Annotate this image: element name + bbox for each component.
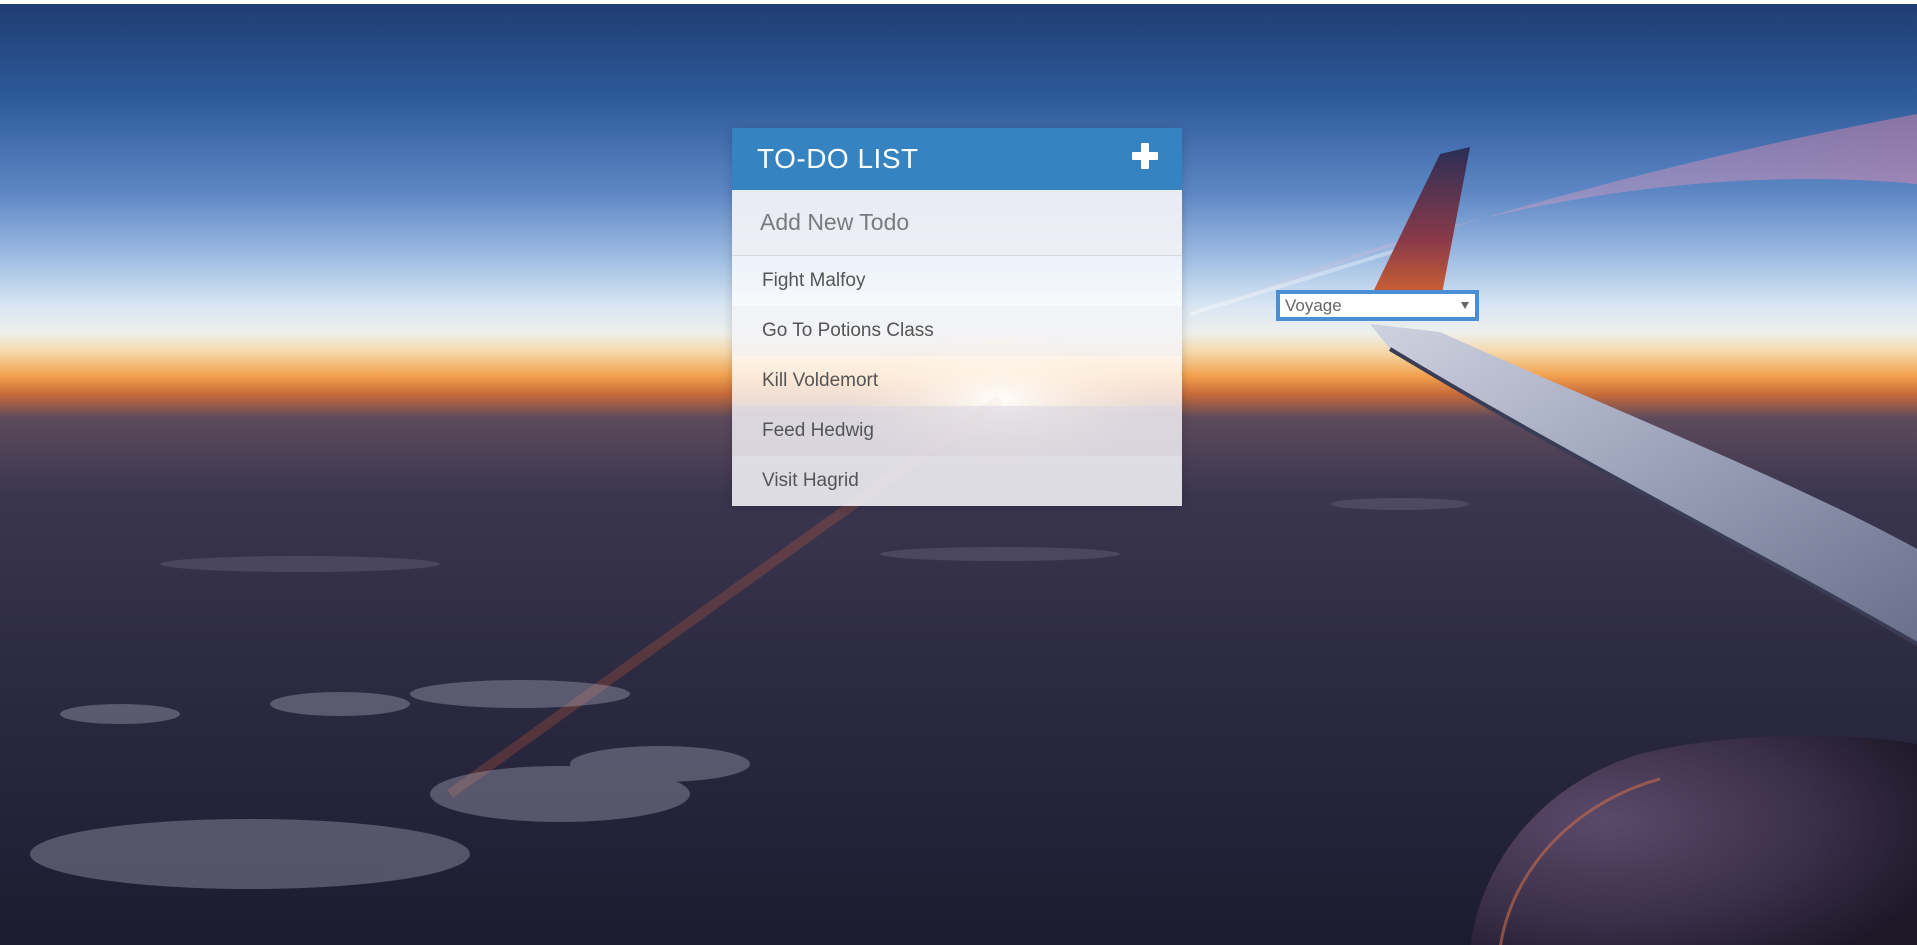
plus-icon[interactable] [1130,141,1160,171]
todo-item-feed-hedwig[interactable]: Feed Hedwig [732,406,1182,456]
todo-item-visit-hagrid[interactable]: Visit Hagrid [732,456,1182,506]
todo-list: Fight Malfoy Go To Potions Class Kill Vo… [732,256,1182,506]
todo-card: TO-DO LIST Fight Malfoy Go To Potions Cl… [732,128,1182,506]
todo-header: TO-DO LIST [732,128,1182,190]
theme-select[interactable]: Voyage [1276,290,1479,321]
todo-title: TO-DO LIST [757,143,919,174]
todo-item-kill-voldemort[interactable]: Kill Voldemort [732,356,1182,406]
chevron-down-icon [1461,302,1469,309]
theme-select-value: Voyage [1285,295,1342,315]
todo-item-go-to-potions-class[interactable]: Go To Potions Class [732,306,1182,356]
add-todo-input[interactable] [732,190,1182,256]
todo-item-fight-malfoy[interactable]: Fight Malfoy [732,256,1182,306]
